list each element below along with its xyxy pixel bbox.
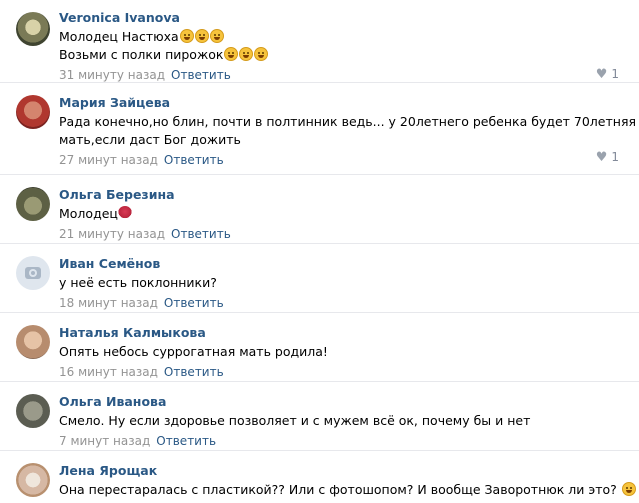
avatar[interactable]: [16, 463, 50, 497]
comment: Наталья Калмыкова Опять небось суррогатн…: [0, 313, 639, 382]
comment-line: у неё есть поклонники?: [59, 275, 217, 290]
comment-meta: 31 минуту назад Ответить: [59, 67, 639, 83]
comment-text: Она перестаралась с пластикой?? Или с фо…: [59, 481, 639, 499]
comment-text: Опять небось суррогатная мать родила!: [59, 343, 639, 361]
comment-text: Рада конечно,но блин, почти в полтинник …: [59, 113, 639, 149]
comment-text: Смело. Ну если здоровье позволяет и с му…: [59, 412, 639, 430]
like-button[interactable]: ♥ 1: [596, 149, 619, 166]
comment-line: Возьми с полки пирожок: [59, 47, 224, 62]
avatar[interactable]: [16, 95, 50, 129]
comment-meta: 16 минут назад Ответить: [59, 364, 639, 380]
avatar[interactable]: [16, 12, 50, 46]
comment-meta: 21 минуту назад Ответить: [59, 226, 639, 242]
comment-author[interactable]: Ольга Иванова: [59, 393, 639, 411]
comment-line: Рада конечно,но блин, почти в полтинник …: [59, 114, 636, 129]
comment-line: Молодец: [59, 206, 118, 221]
heart-icon: ♥: [595, 67, 608, 82]
rose-icon: [117, 206, 132, 220]
comment-time[interactable]: 7 минут назад: [59, 434, 150, 448]
avatar[interactable]: [16, 256, 50, 290]
comment-line: Смело. Ну если здоровье позволяет и с му…: [59, 413, 531, 428]
comment: Иван Семёнов у неё есть поклонники? 18 м…: [0, 244, 639, 313]
laughing-emoji-icon: [194, 29, 209, 43]
laughing-emoji-icon: [179, 29, 194, 43]
laughing-emoji-icon: [224, 47, 239, 61]
like-count: 1: [611, 67, 619, 81]
comment: Ольга Иванова Смело. Ну если здоровье по…: [0, 382, 639, 451]
camera-icon: [25, 267, 41, 279]
avatar[interactable]: [16, 187, 50, 221]
comment-meta: 7 минут назад Ответить: [59, 433, 639, 449]
comment: Мария Зайцева Рада конечно,но блин, почт…: [0, 83, 639, 175]
laughing-emoji-icon: [239, 47, 254, 61]
comment-author[interactable]: Наталья Калмыкова: [59, 324, 639, 342]
comment-time[interactable]: 31 минуту назад: [59, 68, 165, 82]
comment-text: у неё есть поклонники?: [59, 274, 639, 292]
avatar[interactable]: [16, 325, 50, 359]
comment-author[interactable]: Лена Ярощак: [59, 462, 639, 480]
like-count: 1: [611, 150, 619, 164]
reply-link[interactable]: Ответить: [171, 68, 231, 82]
comment-author[interactable]: Мария Зайцева: [59, 94, 639, 112]
comment-line: Опять небось суррогатная мать родила!: [59, 344, 328, 359]
comment-author[interactable]: Veronica Ivanova: [59, 9, 639, 27]
comment-line: мать,если даст Бог дожить: [59, 132, 241, 147]
comment-author[interactable]: Иван Семёнов: [59, 255, 639, 273]
reply-link[interactable]: Ответить: [171, 227, 231, 241]
comment-time[interactable]: 16 минут назад: [59, 365, 158, 379]
avatar[interactable]: [16, 394, 50, 428]
comment-line: Молодец Настюха: [59, 29, 179, 44]
comment-text: Молодец: [59, 205, 639, 223]
heart-icon: ♥: [595, 150, 608, 165]
comment-meta: 18 минут назад Ответить: [59, 295, 639, 311]
reply-link[interactable]: Ответить: [164, 365, 224, 379]
comment-author[interactable]: Ольга Березина: [59, 186, 639, 204]
comment-time[interactable]: 27 минут назад: [59, 153, 158, 167]
comments-list: Veronica Ivanova Молодец Настюха Возьми с…: [0, 0, 639, 503]
laughing-emoji-icon: [621, 482, 636, 496]
comment: Ольга Березина Молодец 21 минуту назад От…: [0, 175, 639, 244]
comment: Veronica Ivanova Молодец Настюха Возьми с…: [0, 0, 639, 83]
comment-text: Молодец Настюха Возьми с полки пирожок: [59, 28, 639, 64]
reply-link[interactable]: Ответить: [164, 153, 224, 167]
like-button[interactable]: ♥ 1: [596, 66, 619, 83]
comment: Лена Ярощак Она перестаралась с пластико…: [0, 451, 639, 503]
comment-line: Она перестаралась с пластикой?? Или с фо…: [59, 482, 617, 497]
comment-time[interactable]: 18 минут назад: [59, 296, 158, 310]
laughing-emoji-icon: [209, 29, 224, 43]
comment-time[interactable]: 21 минуту назад: [59, 227, 165, 241]
reply-link[interactable]: Ответить: [156, 434, 216, 448]
comment-meta: 27 минут назад Ответить: [59, 152, 639, 168]
laughing-emoji-icon: [254, 47, 269, 61]
reply-link[interactable]: Ответить: [164, 296, 224, 310]
